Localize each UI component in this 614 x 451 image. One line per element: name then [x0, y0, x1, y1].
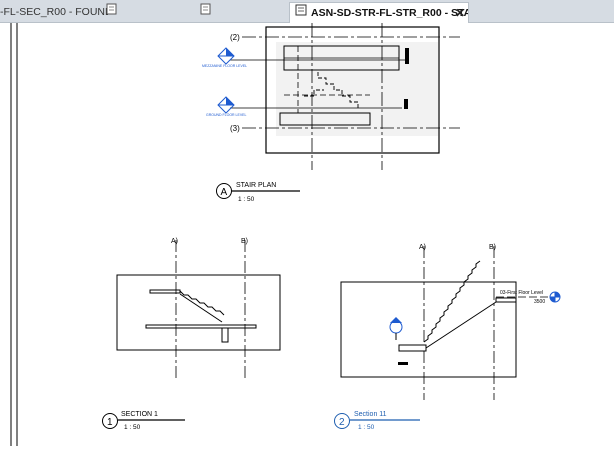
close-icon[interactable]: ✕ [455, 3, 465, 23]
grid-label-b: B) [241, 238, 248, 245]
level-marker-icon[interactable]: MEZZANINE FLOOR LEVEL [202, 47, 247, 68]
stair-plan-view[interactable]: (2) (3) [230, 23, 460, 170]
view-title-stair-plan[interactable]: A STAIR PLAN 1 : 50 [216, 182, 301, 203]
view-number: 1 [107, 417, 113, 428]
grid-label-2: (2) [230, 33, 240, 42]
level-name: 03-First Floor Level [500, 290, 543, 296]
sheet-icon [198, 2, 212, 22]
view-title-section-11[interactable]: 2 Section 11 1 : 50 [334, 411, 421, 431]
view-scale: 1 : 50 [358, 424, 375, 431]
view-scale: 1 : 50 [124, 424, 141, 431]
view-scale: 1 : 50 [238, 196, 255, 203]
drawing-sheet: (2) (3) MEZZANINE FLOOR LEVEL GROUND FLO… [10, 23, 561, 446]
tab-label: ASN-SD-STR-FL-STR_R00 - STAI... [311, 7, 469, 19]
tab-view-2[interactable] [104, 2, 198, 22]
view-tab-bar: -FL-SEC_R00 - FOUND... ASN-SD-STR-FL-STR… [0, 0, 614, 23]
view-number: 2 [339, 417, 345, 428]
view-number: A [221, 187, 228, 198]
drawing-canvas[interactable]: (2) (3) MEZZANINE FLOOR LEVEL GROUND FLO… [0, 23, 614, 446]
grid-label-3: (3) [230, 124, 240, 133]
grid-label-b: B) [489, 244, 496, 251]
view-title: Section 11 [354, 411, 387, 418]
tab-stair-sheet[interactable]: ASN-SD-STR-FL-STR_R00 - STAI... ✕ [289, 2, 469, 23]
level-head-icon[interactable] [549, 291, 561, 303]
section-1-view[interactable]: A) B) [116, 238, 281, 378]
section-11-view[interactable]: A) B) 03-First Floor Level 3500 [340, 244, 548, 400]
level-tag-text: GROUND FLOOR LEVEL [206, 113, 247, 117]
sheet-icon [104, 2, 118, 22]
sheet-icon [294, 3, 308, 23]
grid-label-a: A) [171, 238, 178, 245]
view-title: SECTION 1 [121, 411, 158, 418]
grid-label-a: A) [419, 244, 426, 251]
tab-section-foundation[interactable]: -FL-SEC_R00 - FOUND... [0, 2, 108, 22]
level-tag-text: MEZZANINE FLOOR LEVEL [202, 64, 247, 68]
tab-label: -FL-SEC_R00 - FOUND... [0, 6, 108, 18]
level-elevation: 3500 [534, 299, 545, 305]
view-title-section-1[interactable]: 1 SECTION 1 1 : 50 [102, 411, 186, 431]
level-marker-icon[interactable]: GROUND FLOOR LEVEL [206, 96, 247, 117]
view-title: STAIR PLAN [236, 182, 276, 189]
tab-view-3[interactable] [198, 2, 288, 22]
